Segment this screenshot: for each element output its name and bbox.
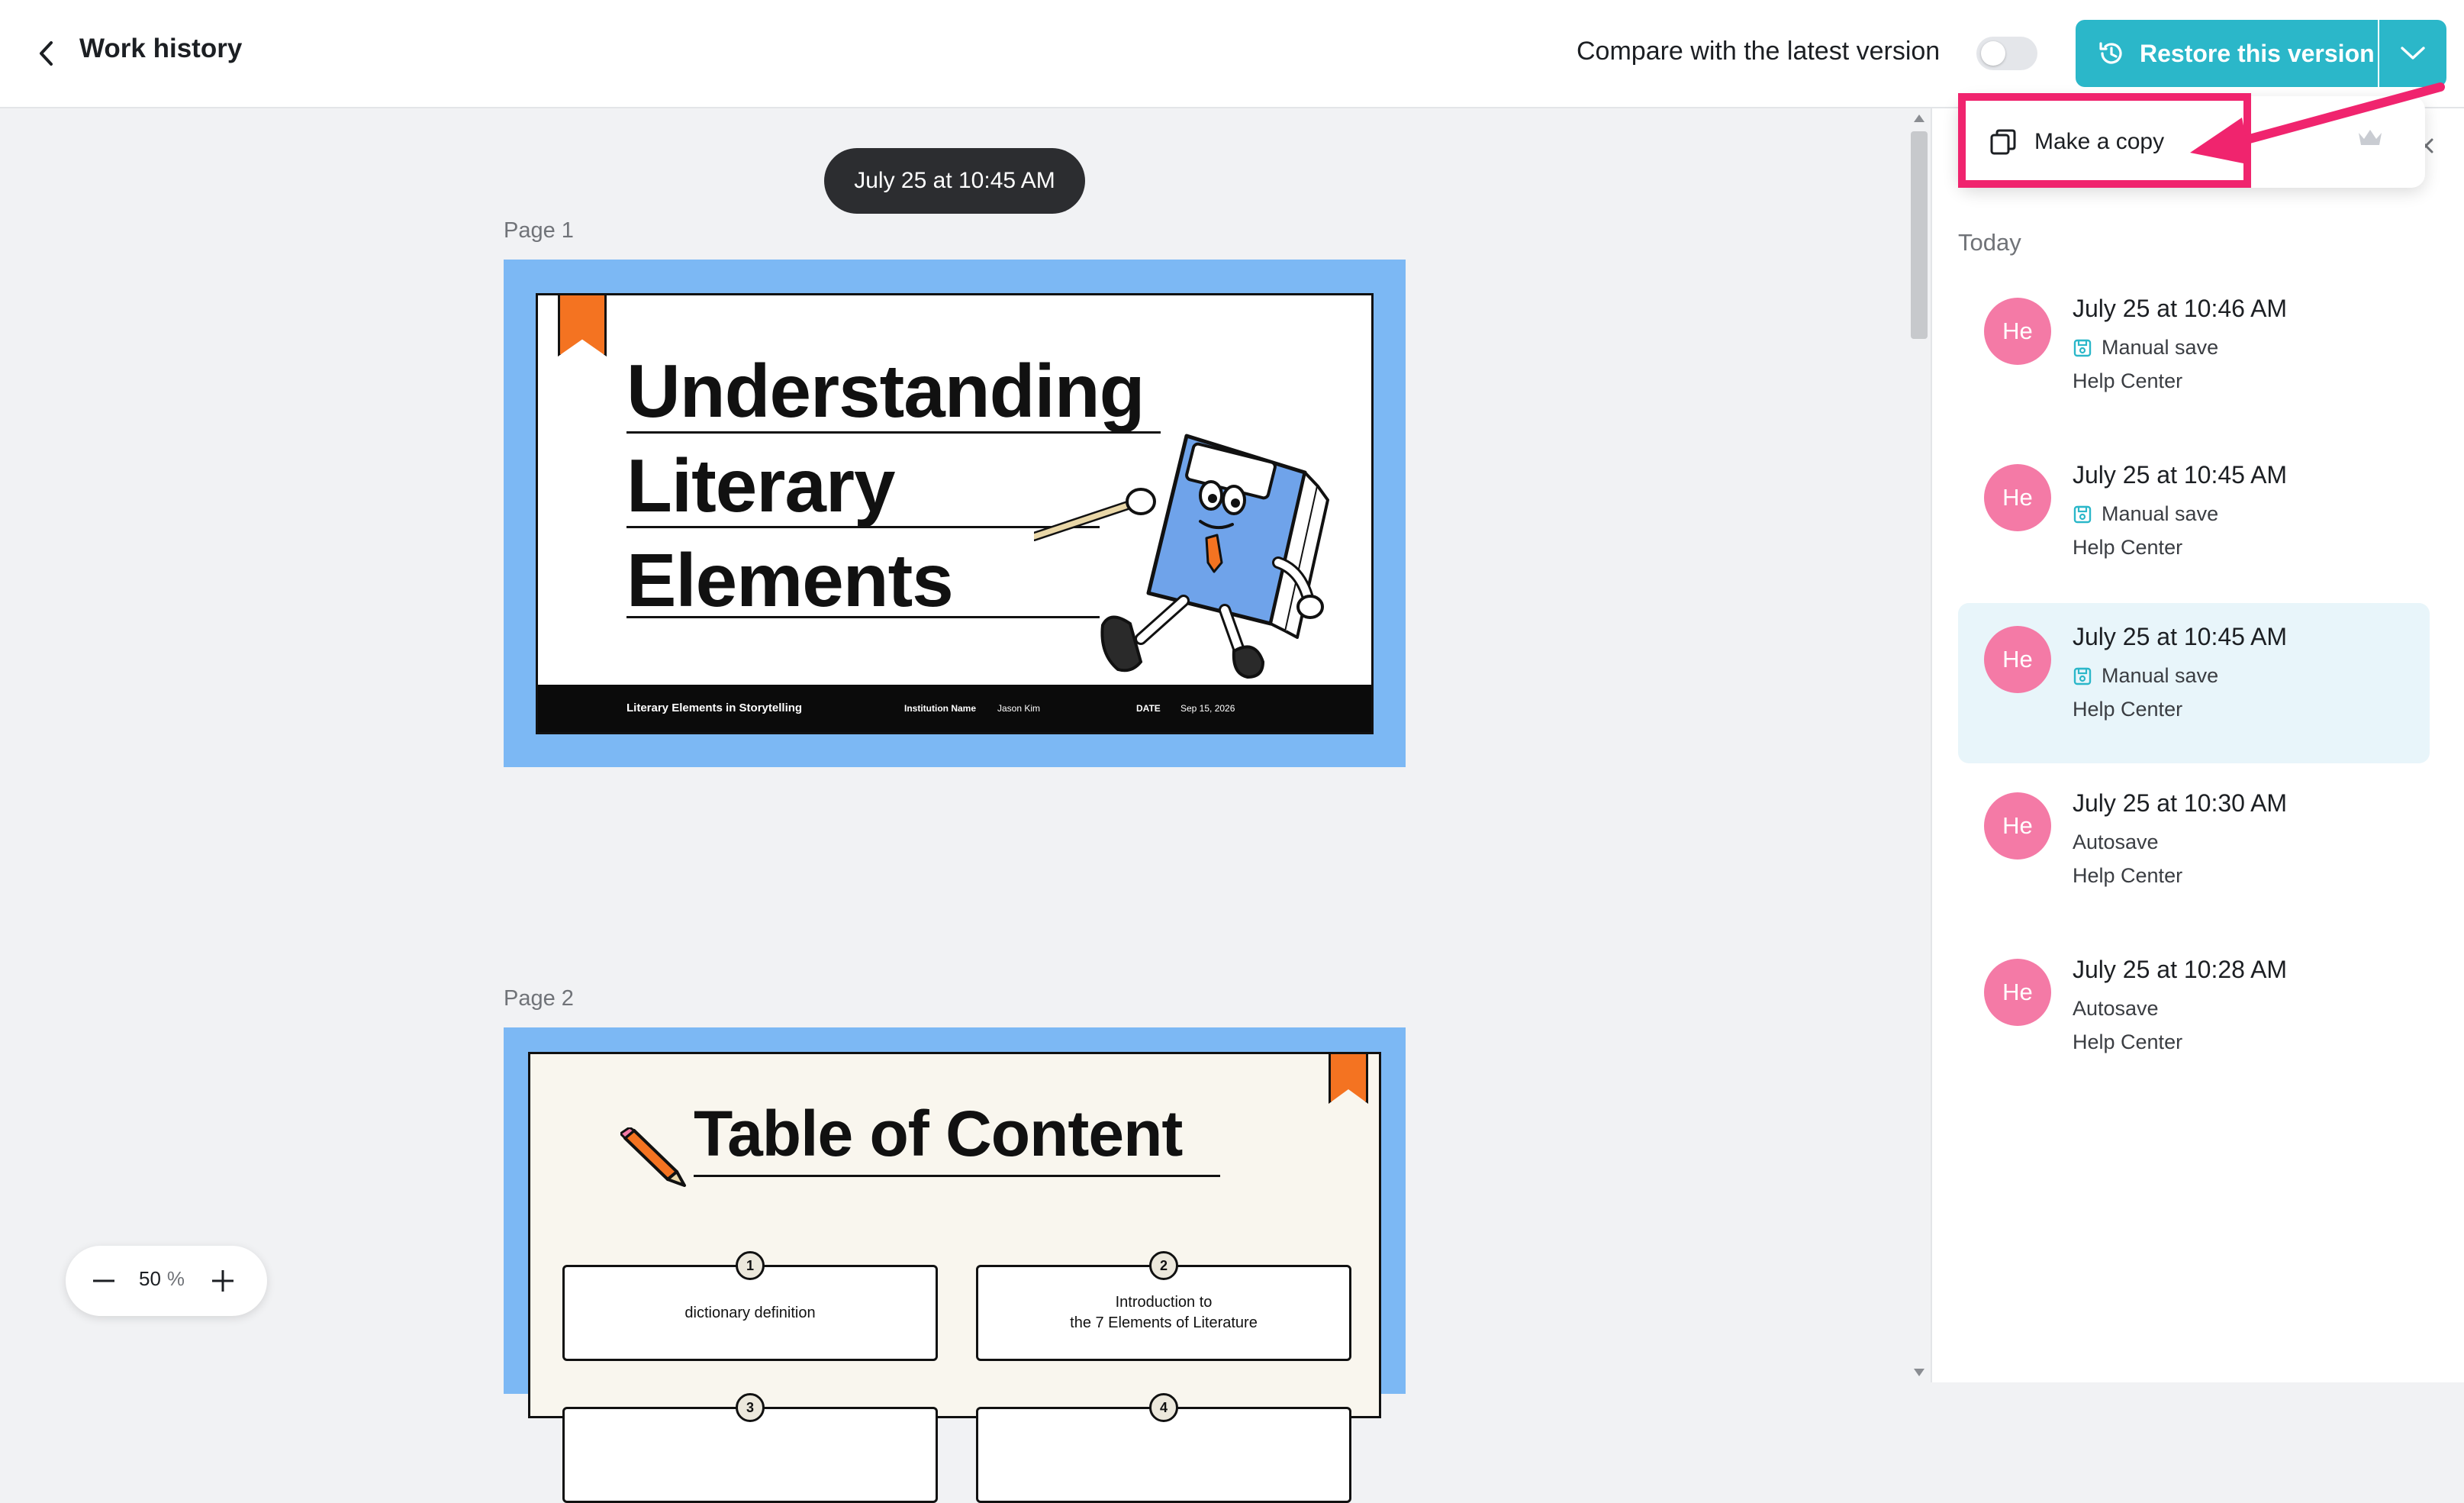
slide-2-content: Table of Content 1 dictionary definition…	[528, 1052, 1381, 1503]
toc-item-text-line-1: Introduction to	[1115, 1294, 1213, 1311]
avatar: He	[1984, 298, 2051, 365]
version-item[interactable]: He July 25 at 10:45 AM Manual save Help …	[1958, 441, 2430, 602]
restore-version-button[interactable]: Restore this version	[2076, 20, 2378, 87]
version-user: Help Center	[2073, 698, 2183, 721]
footer-date-label: DATE	[1136, 703, 1161, 714]
toc-title-rule	[694, 1175, 1220, 1177]
slide-1-content: Understanding Literary Elements Literary…	[536, 293, 1374, 734]
avatar: He	[1984, 959, 2051, 1026]
page-2-thumbnail[interactable]: Table of Content 1 dictionary definition…	[504, 1027, 1406, 1503]
scrollbar-thumb[interactable]	[1911, 131, 1928, 339]
avatar: He	[1984, 626, 2051, 693]
version-time: July 25 at 10:30 AM	[2073, 789, 2288, 817]
version-date-pill: July 25 at 10:45 AM	[824, 148, 1085, 214]
footer-date-value: Sep 15, 2026	[1180, 703, 1235, 714]
footer-institution-value: Jason Kim	[997, 703, 1041, 714]
version-type-label: Autosave	[2073, 997, 2159, 1020]
compare-toggle[interactable]	[1976, 37, 2037, 70]
title-rule-2	[626, 526, 1100, 528]
version-type: Manual save	[2073, 336, 2218, 360]
toc-number: 1	[736, 1251, 765, 1280]
top-bar: Work history Compare with the latest ver…	[0, 0, 2464, 108]
version-type-label: Manual save	[2102, 336, 2219, 359]
footer-institution-label: Institution Name	[904, 703, 977, 714]
toc-number: 4	[1149, 1393, 1178, 1422]
book-mascot-illustration	[1034, 434, 1329, 679]
version-item[interactable]: He July 25 at 10:30 AM Autosave Help Cen…	[1958, 769, 2430, 930]
save-icon	[2073, 666, 2092, 686]
toc-number: 2	[1149, 1251, 1178, 1280]
version-user: Help Center	[2073, 1030, 2183, 1053]
zoom-control: 50%	[66, 1246, 267, 1316]
version-user: Help Center	[2073, 536, 2183, 559]
zoom-level[interactable]: 50%	[139, 1267, 185, 1291]
version-type: Autosave	[2073, 997, 2159, 1021]
version-time: July 25 at 10:28 AM	[2073, 956, 2288, 983]
toc-item-text-line-2: the 7 Elements of Literature	[1070, 1314, 1258, 1331]
version-time: July 25 at 10:45 AM	[2073, 623, 2288, 650]
restore-icon	[2097, 39, 2126, 68]
page-1-thumbnail[interactable]: Understanding Literary Elements Literary…	[504, 260, 1406, 767]
version-time: July 25 at 10:46 AM	[2073, 295, 2288, 322]
make-copy-menu-item[interactable]: Make a copy	[1989, 121, 2164, 163]
zoom-out-button[interactable]	[89, 1266, 119, 1296]
bookmark-ribbon	[558, 295, 607, 356]
save-icon	[2073, 338, 2092, 358]
version-type: Manual save	[2073, 502, 2218, 526]
version-time: July 25 at 10:45 AM	[2073, 461, 2288, 489]
footer-subject: Literary Elements in Storytelling	[626, 702, 803, 714]
page-2-label: Page 2	[504, 986, 574, 1011]
copy-icon	[1990, 129, 2016, 155]
scroll-up-arrow[interactable]	[1914, 114, 1924, 122]
restore-options-menu: Make a copy	[1958, 96, 2425, 188]
zoom-unit: %	[166, 1267, 185, 1290]
scroll-down-arrow[interactable]	[1914, 1369, 1924, 1376]
version-type-label: Autosave	[2073, 831, 2159, 853]
version-user: Help Center	[2073, 864, 2183, 887]
title-rule-3	[626, 616, 1100, 618]
toc-item-3: 3	[562, 1393, 938, 1503]
make-copy-label: Make a copy	[2034, 129, 2165, 154]
restore-options-button[interactable]	[2379, 20, 2446, 87]
toc-title: Table of Content	[694, 1098, 1183, 1169]
bookmark-ribbon	[1329, 1052, 1368, 1104]
version-type-label: Manual save	[2102, 502, 2219, 525]
chevron-left-icon	[40, 41, 53, 66]
zoom-in-button[interactable]	[208, 1266, 238, 1296]
version-type: Manual save	[2073, 664, 2218, 688]
chevron-down-icon	[2401, 47, 2425, 60]
crown-icon	[2359, 130, 2382, 145]
canvas-scrollbar[interactable]	[1908, 108, 1931, 1382]
compare-label: Compare with the latest version	[1577, 37, 1941, 66]
page-title: Work history	[79, 34, 243, 63]
version-type: Autosave	[2073, 831, 2159, 854]
minus-icon	[93, 1279, 114, 1282]
toc-number: 3	[736, 1393, 765, 1422]
plus-icon	[212, 1270, 234, 1292]
toc-item-2: 2 Introduction to the 7 Elements of Lite…	[976, 1251, 1351, 1361]
toc-item-text: dictionary definition	[684, 1304, 816, 1321]
slide-footer: Literary Elements in Storytelling Instit…	[538, 685, 1371, 732]
history-group-label: Today	[1958, 229, 2021, 256]
version-item[interactable]: He July 25 at 10:28 AM Autosave Help Cen…	[1958, 936, 2430, 1096]
version-item-selected[interactable]: He July 25 at 10:45 AM Manual save Help …	[1958, 603, 2430, 763]
avatar: He	[1984, 464, 2051, 531]
save-icon	[2073, 505, 2092, 524]
zoom-value: 50	[139, 1267, 161, 1290]
page-1-label: Page 1	[504, 218, 574, 243]
version-item[interactable]: He July 25 at 10:46 AM Manual save Help …	[1958, 275, 2430, 435]
slide-title-line-2: Literary	[626, 443, 896, 527]
toc-item-4: 4	[976, 1393, 1351, 1503]
back-button[interactable]	[31, 35, 61, 72]
slide-title-line-3: Elements	[626, 538, 954, 622]
pencil-icon	[620, 1127, 686, 1187]
toc-item-1: 1 dictionary definition	[562, 1251, 938, 1361]
version-user: Help Center	[2073, 369, 2183, 392]
restore-label: Restore this version	[2140, 39, 2375, 67]
version-type-label: Manual save	[2102, 664, 2219, 687]
avatar: He	[1984, 792, 2051, 860]
toggle-knob	[1981, 41, 2005, 66]
